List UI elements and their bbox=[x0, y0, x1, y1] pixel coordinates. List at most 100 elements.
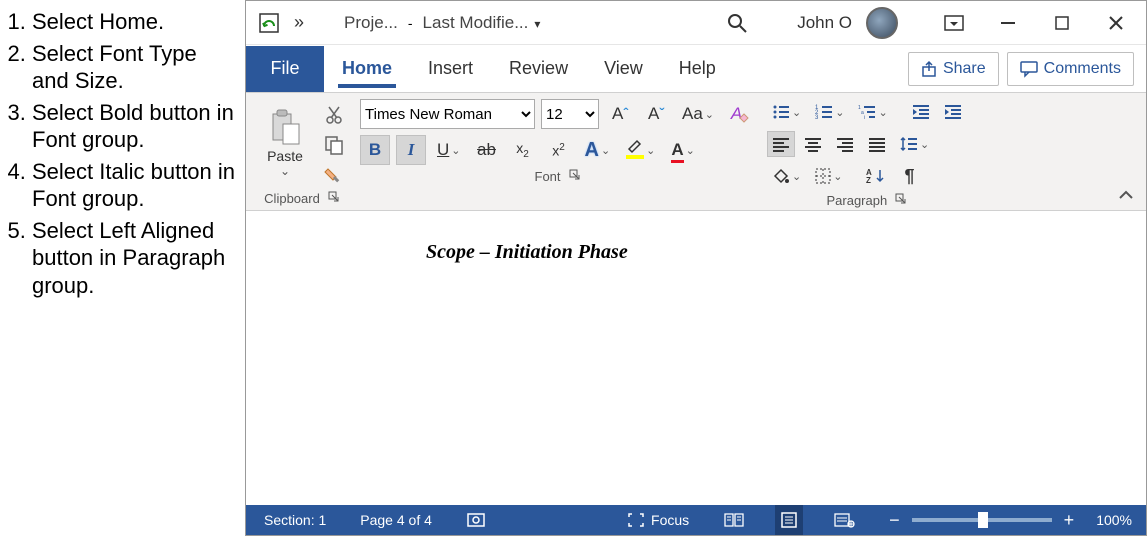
change-case-button[interactable]: Aa bbox=[677, 99, 719, 129]
zoom-in-button[interactable]: + bbox=[1060, 505, 1079, 535]
document-name[interactable]: Proje... bbox=[344, 13, 398, 33]
instruction-step: Select Italic button in Font group. bbox=[32, 158, 237, 213]
paste-button[interactable]: Paste bbox=[256, 108, 314, 178]
tab-help[interactable]: Help bbox=[661, 46, 734, 92]
paragraph-dialog-launcher[interactable] bbox=[895, 193, 907, 208]
minimize-button[interactable] bbox=[986, 8, 1030, 38]
multilevel-list-button[interactable]: 1ai bbox=[853, 99, 892, 125]
format-painter-button[interactable] bbox=[320, 163, 348, 187]
zoom-slider-thumb[interactable] bbox=[978, 512, 988, 528]
align-center-button[interactable] bbox=[799, 131, 827, 157]
align-right-button[interactable] bbox=[831, 131, 859, 157]
search-button[interactable] bbox=[717, 8, 757, 38]
bullets-button[interactable] bbox=[767, 99, 806, 125]
web-layout-button[interactable] bbox=[829, 505, 859, 535]
increase-indent-button[interactable] bbox=[939, 99, 967, 125]
instruction-step: Select Font Type and Size. bbox=[32, 40, 237, 95]
shading-button[interactable] bbox=[767, 163, 806, 189]
tab-insert[interactable]: Insert bbox=[410, 46, 491, 92]
read-mode-button[interactable] bbox=[719, 505, 749, 535]
subscript-button[interactable]: x2 bbox=[508, 135, 538, 165]
cut-button[interactable] bbox=[320, 103, 348, 127]
svg-text:3: 3 bbox=[815, 115, 819, 121]
print-layout-button[interactable] bbox=[775, 505, 803, 535]
search-icon bbox=[727, 13, 747, 33]
underline-button[interactable]: U bbox=[432, 135, 466, 165]
comment-icon bbox=[1020, 61, 1038, 77]
instruction-step: Select Bold button in Font group. bbox=[32, 99, 237, 154]
copy-button[interactable] bbox=[320, 133, 348, 157]
tab-view[interactable]: View bbox=[586, 46, 661, 92]
print-layout-icon bbox=[779, 512, 799, 528]
instruction-step: Select Left Aligned button in Paragraph … bbox=[32, 217, 237, 300]
sort-button[interactable]: AZ bbox=[861, 163, 891, 189]
shrink-font-button[interactable]: Aˇ bbox=[641, 99, 671, 129]
word-window: » Proje... - Last Modifie... John O File… bbox=[245, 0, 1147, 536]
title-separator: - bbox=[408, 15, 413, 31]
font-color-button[interactable]: A bbox=[666, 135, 700, 165]
macro-recording-button[interactable] bbox=[462, 505, 490, 535]
scissors-icon bbox=[325, 105, 343, 125]
close-button[interactable] bbox=[1094, 8, 1138, 38]
align-left-button[interactable] bbox=[767, 131, 795, 157]
section-indicator[interactable]: Section: 1 bbox=[260, 505, 330, 535]
borders-button[interactable] bbox=[810, 163, 847, 189]
bold-button[interactable]: B bbox=[360, 135, 390, 165]
maximize-button[interactable] bbox=[1040, 8, 1084, 38]
group-font-label: Font bbox=[535, 169, 561, 184]
comments-label: Comments bbox=[1044, 60, 1121, 78]
font-dialog-launcher[interactable] bbox=[569, 169, 581, 184]
focus-icon bbox=[627, 512, 645, 528]
zoom-slider[interactable] bbox=[912, 518, 1052, 522]
paste-label: Paste bbox=[267, 148, 303, 164]
group-paragraph-label: Paragraph bbox=[826, 193, 887, 208]
instruction-step: Select Home. bbox=[32, 8, 237, 36]
show-hide-button[interactable]: ¶ bbox=[895, 163, 923, 189]
highlight-button[interactable] bbox=[621, 135, 660, 165]
svg-text:Z: Z bbox=[866, 176, 871, 185]
justify-button[interactable] bbox=[863, 131, 891, 157]
share-button[interactable]: Share bbox=[908, 52, 999, 86]
focus-label: Focus bbox=[651, 512, 689, 528]
user-avatar[interactable] bbox=[866, 7, 898, 39]
qat-overflow-button[interactable]: » bbox=[294, 12, 304, 33]
italic-button[interactable]: I bbox=[396, 135, 426, 165]
collapse-ribbon-button[interactable] bbox=[1118, 188, 1134, 204]
ribbon-mode-button[interactable] bbox=[932, 8, 976, 38]
group-font: Times New Roman 12 Aˆ Aˇ Aa A B I U ab x… bbox=[360, 99, 755, 208]
grow-font-button[interactable]: Aˆ bbox=[605, 99, 635, 129]
user-name[interactable]: John O bbox=[797, 13, 852, 33]
font-name-select[interactable]: Times New Roman bbox=[360, 99, 535, 129]
eraser-icon bbox=[739, 113, 749, 123]
page-indicator[interactable]: Page 4 of 4 bbox=[356, 505, 436, 535]
zoom-out-button[interactable]: − bbox=[885, 505, 904, 535]
ribbon-tabstrip: File Home Insert Review View Help Share … bbox=[246, 45, 1146, 93]
read-mode-icon bbox=[723, 512, 745, 528]
copy-icon bbox=[324, 135, 344, 155]
focus-mode-button[interactable]: Focus bbox=[623, 505, 693, 535]
tab-review[interactable]: Review bbox=[491, 46, 586, 92]
zoom-percent[interactable]: 100% bbox=[1096, 512, 1132, 528]
decrease-indent-button[interactable] bbox=[907, 99, 935, 125]
font-size-select[interactable]: 12 bbox=[541, 99, 599, 129]
tab-home[interactable]: Home bbox=[324, 46, 410, 92]
web-layout-icon bbox=[833, 512, 855, 528]
numbering-button[interactable]: 123 bbox=[810, 99, 849, 125]
strikethrough-button[interactable]: ab bbox=[472, 135, 502, 165]
document-area[interactable]: Scope – Initiation Phase bbox=[246, 211, 1146, 505]
line-spacing-button[interactable] bbox=[895, 131, 934, 157]
text-effects-button[interactable]: A bbox=[580, 135, 616, 165]
autosave-icon[interactable] bbox=[254, 8, 284, 38]
clear-formatting-button[interactable]: A bbox=[725, 99, 755, 129]
last-modified-dropdown[interactable]: Last Modifie... bbox=[423, 13, 541, 33]
instruction-panel: Select Home. Select Font Type and Size. … bbox=[0, 0, 245, 536]
tab-file[interactable]: File bbox=[246, 46, 324, 92]
group-clipboard-label: Clipboard bbox=[264, 191, 320, 206]
share-icon bbox=[921, 61, 937, 77]
clipboard-dialog-launcher[interactable] bbox=[328, 191, 340, 206]
paste-icon bbox=[265, 108, 305, 148]
comments-button[interactable]: Comments bbox=[1007, 52, 1134, 86]
status-bar: Section: 1 Page 4 of 4 Focus − + 100% bbox=[246, 505, 1146, 535]
document-heading[interactable]: Scope – Initiation Phase bbox=[426, 241, 628, 264]
superscript-button[interactable]: x2 bbox=[544, 135, 574, 165]
